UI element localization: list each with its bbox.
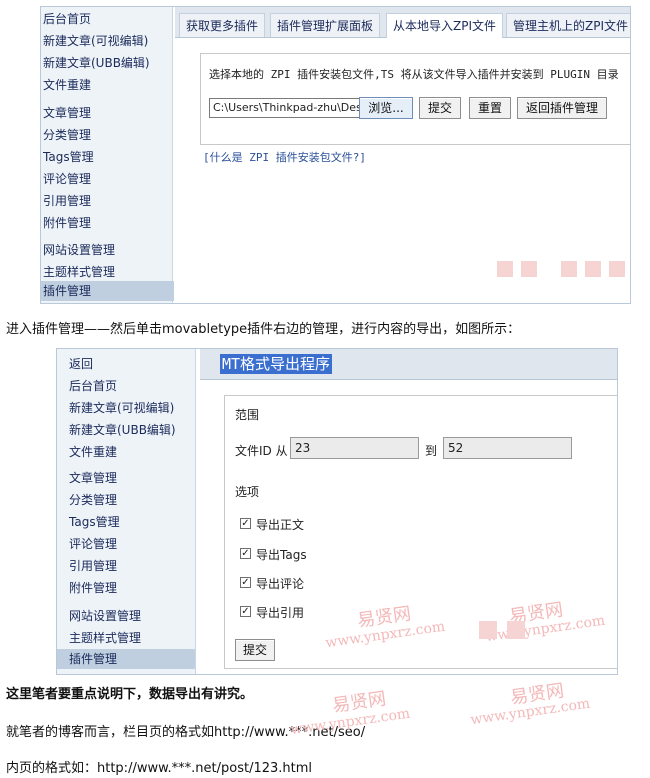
- watermark-brand: 易贤网: [509, 680, 566, 709]
- plugin-tabs: 获取更多插件 插件管理扩展面板 从本地导入ZPI文件 管理主机上的ZPI文件: [175, 7, 630, 38]
- tab-get-more-plugins[interactable]: 获取更多插件: [179, 13, 266, 37]
- sidebar-item-dashboard[interactable]: 后台首页: [43, 10, 91, 27]
- file-path-field[interactable]: C:\Users\Thinkpad-zhu\Des: [209, 98, 361, 118]
- file-id-label: 文件ID 从: [235, 444, 288, 458]
- tab-plugin-extension-panel[interactable]: 插件管理扩展面板: [270, 13, 381, 37]
- sidebar-item-rebuild[interactable]: 文件重建: [69, 443, 117, 460]
- sidebar-item-site-settings[interactable]: 网站设置管理: [69, 607, 141, 624]
- emphasis-text: 这里笔者要重点说明下，数据导出有讲究。: [6, 687, 254, 702]
- sidebar-item-site-settings[interactable]: 网站设置管理: [43, 241, 115, 258]
- export-content-label: 导出正文: [256, 518, 305, 532]
- export-trackbacks-checkbox[interactable]: ✓: [240, 606, 251, 617]
- zpi-help-link[interactable]: [什么是 ZPI 插件安装包文件?]: [203, 149, 366, 165]
- watermark-block: [521, 261, 537, 277]
- range-label: 范围: [235, 408, 260, 422]
- back-to-plugins-button[interactable]: 返回插件管理: [517, 97, 607, 119]
- category-url-text: 就笔者的博客而言，栏目页的格式如http://www.***.net/seo/: [6, 725, 366, 740]
- watermark-block: [561, 261, 577, 277]
- export-content-checkbox[interactable]: ✓: [240, 518, 251, 529]
- caption-plugin-management: 进入插件管理——然后单击movabletype插件右边的管理，进行内容的导出，如…: [6, 322, 521, 337]
- reset-button[interactable]: 重置: [469, 97, 511, 119]
- watermark-block: [497, 261, 513, 277]
- export-comments-label: 导出评论: [256, 577, 305, 591]
- export-submit-button[interactable]: 提交: [235, 639, 275, 661]
- sidebar-item-new-post-ubb[interactable]: 新建文章(UBB编辑): [69, 421, 176, 438]
- tab-import-local-zpi[interactable]: 从本地导入ZPI文件: [386, 13, 503, 38]
- export-tags-label: 导出Tags: [256, 548, 307, 562]
- sidebar-item-comments[interactable]: 评论管理: [69, 535, 117, 552]
- export-comments-checkbox[interactable]: ✓: [240, 577, 251, 588]
- mt-export-screenshot: 返回 后台首页 新建文章(可视编辑) 新建文章(UBB编辑) 文件重建 文章管理…: [56, 348, 618, 675]
- admin-sidebar-2: 返回 后台首页 新建文章(可视编辑) 新建文章(UBB编辑) 文件重建 文章管理…: [57, 349, 196, 674]
- submit-button[interactable]: 提交: [419, 97, 461, 119]
- tab-manage-host-zpi[interactable]: 管理主机上的ZPI文件: [506, 13, 630, 37]
- sidebar-item-trackbacks[interactable]: 引用管理: [43, 192, 91, 209]
- sidebar-item-categories[interactable]: 分类管理: [69, 491, 117, 508]
- export-trackbacks-label: 导出引用: [256, 606, 305, 620]
- from-id-input[interactable]: 23: [290, 437, 419, 459]
- page-title: MT格式导出程序: [220, 354, 333, 374]
- sidebar-item-dashboard[interactable]: 后台首页: [69, 377, 117, 394]
- sidebar-item-attachments[interactable]: 附件管理: [43, 214, 91, 231]
- to-label: 到: [425, 444, 438, 458]
- plugin-import-screenshot: 后台首页 新建文章(可视编辑) 新建文章(UBB编辑) 文件重建 文章管理 分类…: [40, 6, 631, 304]
- sidebar-item-trackbacks[interactable]: 引用管理: [69, 557, 117, 574]
- to-id-input[interactable]: 52: [443, 437, 572, 459]
- sidebar-item-articles[interactable]: 文章管理: [69, 469, 117, 486]
- post-url-text: 内页的格式如：http://www.***.net/post/123.html: [6, 761, 313, 776]
- sidebar-item-tags[interactable]: Tags管理: [69, 513, 120, 530]
- sidebar-item-plugins[interactable]: 插件管理: [41, 281, 174, 301]
- sidebar-item-themes[interactable]: 主题样式管理: [69, 629, 141, 646]
- export-tags-checkbox[interactable]: ✓: [240, 548, 251, 559]
- watermark-block: [609, 261, 625, 277]
- export-form-panel: 范围 文件ID 从 23 到 52 选项 ✓ 导出正文 ✓ 导出Tags ✓ 导…: [224, 395, 617, 669]
- sidebar-item-new-post-ubb[interactable]: 新建文章(UBB编辑): [43, 54, 150, 71]
- import-panel: 选择本地的 ZPI 插件安装包文件,TS 将从该文件导入插件并安装到 PLUGI…: [200, 53, 630, 145]
- watermark-block: [585, 261, 601, 277]
- sidebar-item-rebuild[interactable]: 文件重建: [43, 76, 91, 93]
- sidebar-item-comments[interactable]: 评论管理: [43, 170, 91, 187]
- sidebar-item-back[interactable]: 返回: [69, 355, 93, 372]
- sidebar-item-attachments[interactable]: 附件管理: [69, 579, 117, 596]
- export-title-bar: MT格式导出程序: [200, 349, 617, 380]
- watermark-url: www.ynpxrz.com: [469, 695, 592, 729]
- browse-button[interactable]: 浏览...: [359, 97, 413, 119]
- watermark-brand: 易贤网: [331, 688, 388, 717]
- sidebar-item-plugins[interactable]: 插件管理: [57, 649, 195, 669]
- sidebar-item-articles[interactable]: 文章管理: [43, 104, 91, 121]
- sidebar-item-new-post-visual[interactable]: 新建文章(可视编辑): [43, 32, 148, 49]
- sidebar-item-new-post-visual[interactable]: 新建文章(可视编辑): [69, 399, 174, 416]
- sidebar-item-themes[interactable]: 主题样式管理: [43, 263, 115, 280]
- sidebar-item-categories[interactable]: 分类管理: [43, 126, 91, 143]
- sidebar-item-tags[interactable]: Tags管理: [43, 148, 94, 165]
- admin-sidebar: 后台首页 新建文章(可视编辑) 新建文章(UBB编辑) 文件重建 文章管理 分类…: [41, 7, 174, 303]
- options-label: 选项: [235, 485, 260, 499]
- import-instruction: 选择本地的 ZPI 插件安装包文件,TS 将从该文件导入插件并安装到 PLUGI…: [209, 68, 619, 81]
